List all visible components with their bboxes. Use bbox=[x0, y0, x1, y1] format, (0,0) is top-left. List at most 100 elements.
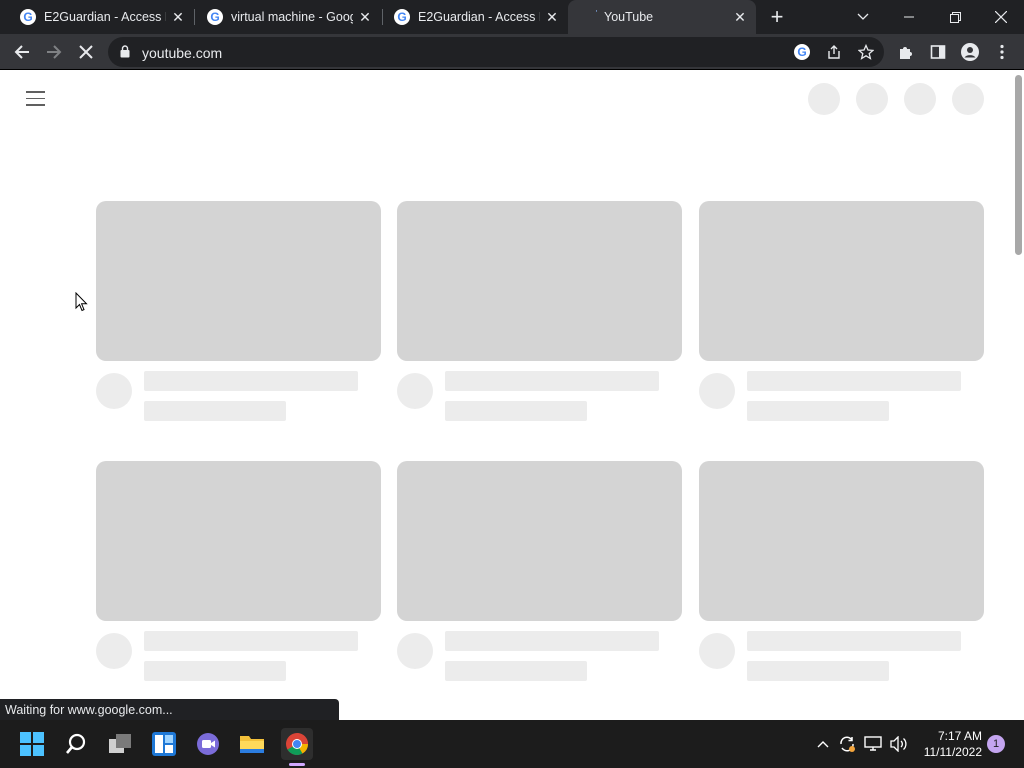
close-icon bbox=[79, 45, 93, 59]
avatar-placeholder bbox=[96, 633, 132, 669]
header-placeholder-circle bbox=[952, 83, 984, 115]
extensions-button[interactable] bbox=[894, 40, 918, 64]
chevron-down-icon bbox=[857, 13, 869, 20]
file-explorer-button[interactable] bbox=[236, 728, 268, 760]
thumbnail-placeholder bbox=[397, 461, 682, 621]
share-button[interactable] bbox=[822, 40, 846, 64]
tab-title: YouTube bbox=[604, 10, 654, 24]
more-vertical-icon bbox=[1000, 44, 1004, 60]
close-icon[interactable]: ✕ bbox=[170, 9, 186, 25]
search-icon bbox=[66, 733, 86, 754]
minimize-icon bbox=[904, 16, 914, 18]
title-placeholder bbox=[445, 631, 659, 651]
google-g-icon: G bbox=[20, 9, 36, 25]
task-view-icon bbox=[109, 734, 131, 753]
close-window-button[interactable] bbox=[978, 0, 1024, 34]
notification-badge[interactable]: 1 bbox=[987, 735, 1005, 753]
address-bar[interactable]: youtube.com G bbox=[108, 37, 884, 67]
show-hidden-icons-button[interactable] bbox=[812, 732, 834, 756]
chevron-up-icon bbox=[817, 741, 829, 748]
thumbnail-placeholder bbox=[699, 461, 984, 621]
teams-chat-button[interactable] bbox=[192, 728, 224, 760]
tab-youtube[interactable]: YouTube ✕ bbox=[568, 0, 756, 34]
google-lens-button[interactable]: G bbox=[790, 40, 814, 64]
tab-title: virtual machine - Goog bbox=[231, 10, 353, 24]
menu-button[interactable] bbox=[990, 40, 1014, 64]
chrome-button[interactable] bbox=[281, 728, 313, 766]
arrow-left-icon bbox=[14, 45, 29, 59]
clock[interactable]: 7:17 AM 11/11/2022 bbox=[916, 728, 982, 760]
profile-button[interactable] bbox=[958, 40, 982, 64]
meta-placeholder bbox=[144, 661, 286, 681]
close-icon[interactable]: ✕ bbox=[357, 9, 373, 25]
task-view-button[interactable] bbox=[104, 728, 136, 760]
video-card-placeholder bbox=[397, 201, 682, 421]
meta-placeholder bbox=[445, 401, 587, 421]
close-icon bbox=[995, 11, 1007, 23]
side-panel-button[interactable] bbox=[926, 40, 950, 64]
windows-taskbar: 7:17 AM 11/11/2022 bbox=[0, 720, 1024, 768]
search-button[interactable] bbox=[60, 728, 92, 760]
bookmark-button[interactable] bbox=[854, 40, 878, 64]
sync-tray-button[interactable] bbox=[836, 732, 858, 756]
speaker-icon bbox=[890, 736, 907, 752]
video-card-placeholder bbox=[96, 201, 381, 421]
puzzle-icon bbox=[900, 47, 912, 59]
video-card-placeholder bbox=[397, 461, 682, 681]
title-placeholder bbox=[747, 631, 961, 651]
scrollbar[interactable] bbox=[1015, 75, 1022, 255]
forward-button[interactable] bbox=[42, 40, 66, 64]
restore-button[interactable] bbox=[932, 0, 978, 34]
browser-toolbar: youtube.com G bbox=[0, 34, 1024, 70]
thumbnail-placeholder bbox=[96, 201, 381, 361]
google-g-icon: G bbox=[394, 9, 410, 25]
thumbnail-placeholder bbox=[699, 201, 984, 361]
status-bubble: Waiting for www.google.com... bbox=[0, 699, 339, 720]
side-panel-icon bbox=[930, 45, 946, 59]
widgets-icon bbox=[152, 732, 176, 756]
chat-icon bbox=[197, 733, 219, 755]
start-button[interactable] bbox=[16, 728, 48, 760]
video-card-placeholder bbox=[699, 201, 984, 421]
tab-search-button[interactable] bbox=[840, 0, 886, 34]
thumbnail-placeholder bbox=[96, 461, 381, 621]
chrome-icon bbox=[286, 733, 308, 755]
network-icon bbox=[864, 736, 882, 751]
title-placeholder bbox=[144, 371, 358, 391]
widgets-button[interactable] bbox=[148, 728, 180, 760]
arrow-right-icon bbox=[47, 45, 62, 59]
active-app-indicator bbox=[289, 763, 305, 766]
volume-tray-button[interactable] bbox=[888, 732, 910, 756]
new-tab-button[interactable]: + bbox=[765, 5, 789, 29]
url-text[interactable]: youtube.com bbox=[142, 45, 222, 61]
avatar-placeholder bbox=[397, 373, 433, 409]
windows-logo-icon bbox=[20, 732, 44, 756]
video-card-placeholder bbox=[699, 461, 984, 681]
header-placeholder-circle bbox=[808, 83, 840, 115]
stop-loading-button[interactable] bbox=[74, 40, 98, 64]
star-icon bbox=[858, 44, 874, 60]
avatar-placeholder bbox=[397, 633, 433, 669]
avatar-placeholder bbox=[699, 373, 735, 409]
title-placeholder bbox=[144, 631, 358, 651]
mouse-cursor-icon bbox=[75, 292, 88, 312]
video-card-placeholder bbox=[96, 461, 381, 681]
close-icon[interactable]: ✕ bbox=[544, 9, 560, 25]
share-icon bbox=[828, 45, 840, 59]
header-placeholder-circle bbox=[904, 83, 936, 115]
meta-placeholder bbox=[747, 401, 889, 421]
tab-e2guardian-2[interactable]: G E2Guardian - Access De ✕ bbox=[374, 0, 568, 34]
back-button[interactable] bbox=[10, 40, 34, 64]
tab-virtual-machine[interactable]: G virtual machine - Goog ✕ bbox=[187, 0, 381, 34]
header-placeholder-circle bbox=[856, 83, 888, 115]
minimize-button[interactable] bbox=[886, 0, 932, 34]
close-icon[interactable]: ✕ bbox=[732, 9, 748, 25]
tab-title: E2Guardian - Access De bbox=[418, 10, 540, 24]
person-icon bbox=[961, 43, 979, 61]
tab-e2guardian-1[interactable]: G E2Guardian - Access De ✕ bbox=[0, 0, 194, 34]
avatar-placeholder bbox=[699, 633, 735, 669]
meta-placeholder bbox=[445, 661, 587, 681]
network-tray-button[interactable] bbox=[862, 732, 884, 756]
menu-icon[interactable] bbox=[26, 91, 46, 107]
loading-icon bbox=[595, 9, 597, 13]
